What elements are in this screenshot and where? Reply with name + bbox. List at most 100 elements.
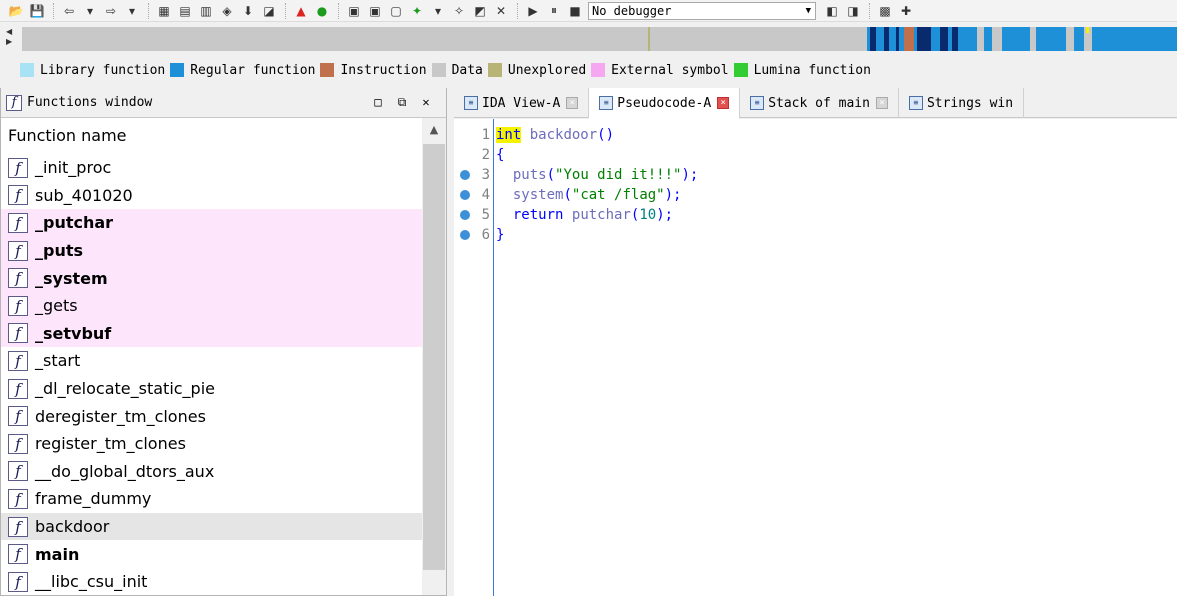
view-tab[interactable]: ≡ Strings win [899, 88, 1025, 118]
debug-options-icon[interactable]: ◧ [822, 2, 842, 20]
forward-dropdown-icon[interactable]: ▾ [122, 2, 142, 20]
stop-icon[interactable]: ■ [565, 2, 585, 20]
breakpoint-dot-icon[interactable] [460, 230, 470, 240]
function-list-item[interactable]: f __libc_csu_init [1, 568, 422, 595]
binary-pattern-icon[interactable]: ▦ [154, 2, 174, 20]
function-list-item[interactable]: f _dl_relocate_static_pie [1, 375, 422, 403]
function-list-item[interactable]: f _gets [1, 291, 422, 320]
breakpoint-dot-icon[interactable] [460, 170, 470, 180]
forward-arrow-icon[interactable]: ⇨ [101, 2, 121, 20]
function-list-item[interactable]: f sub_401020 [1, 182, 422, 210]
function-list-item[interactable]: f _system [1, 264, 422, 292]
jump-down-icon[interactable]: ⬇ [238, 2, 258, 20]
toolbar-separator [338, 2, 339, 19]
function-list-item[interactable]: f main [1, 540, 422, 568]
save-icon[interactable]: 💾 [27, 2, 47, 20]
function-list-item[interactable]: f _setvbuf [1, 319, 422, 348]
graph-icon[interactable]: ✚ [896, 2, 916, 20]
function-name: frame_dummy [35, 489, 152, 509]
maximize-icon[interactable]: □ [366, 95, 390, 110]
tab-close-icon[interactable]: × [875, 97, 888, 109]
function-list-item[interactable]: f _init_proc [1, 154, 422, 182]
tab-label: IDA View-A [482, 95, 561, 111]
code-text: system("cat /flag"); [512, 187, 682, 203]
function-name: backdoor [35, 517, 110, 537]
navband-dark-stripe [870, 27, 876, 51]
line-number: 1 [481, 127, 490, 143]
navigation-band[interactable] [22, 27, 1177, 51]
make-ascii-icon[interactable]: ▢ [386, 2, 406, 20]
view-tab[interactable]: ≡ Pseudocode-A × [589, 88, 741, 119]
navband-regular-segment [1036, 27, 1066, 51]
view-tab[interactable]: ≡ Stack of main × [740, 88, 899, 118]
breakpoints-icon[interactable]: ▩ [875, 2, 895, 20]
function-list-item[interactable]: f deregister_tm_clones [1, 402, 422, 430]
navband-instruction-segment [904, 27, 914, 51]
legend-item: Regular function [170, 63, 315, 78]
legend-swatch [487, 63, 502, 77]
search-next-icon[interactable]: ◈ [217, 2, 237, 20]
function-list-item[interactable]: f backdoor [1, 512, 422, 541]
code-text: { [496, 147, 505, 163]
immediate-search-icon[interactable]: ▥ [196, 2, 216, 20]
function-list-item[interactable]: f __do_global_dtors_aux [1, 458, 422, 486]
functions-window-titlebar[interactable]: f Functions window □ ⧉ ✕ [1, 88, 446, 118]
function-dropdown-icon[interactable]: ▾ [428, 2, 448, 20]
function-list-item[interactable]: f register_tm_clones [1, 430, 422, 458]
tab-document-icon: ≡ [750, 96, 765, 110]
debugger-select[interactable]: No debugger ▼ [588, 1, 816, 20]
view-tab[interactable]: ≡ IDA View-A × [454, 88, 590, 118]
text-search-icon[interactable]: ▤ [175, 2, 195, 20]
function-list-item[interactable]: f _start [1, 347, 422, 375]
back-arrow-icon[interactable]: ⇦ [59, 2, 79, 20]
color-legend: Library function Regular function Instruct… [0, 57, 1177, 83]
code-line[interactable]: 1 int backdoor() [454, 125, 1177, 145]
run-icon[interactable]: ▶ [523, 2, 543, 20]
search-selection-icon[interactable]: ◪ [259, 2, 279, 20]
code-line[interactable]: 3 puts("You did it!!!"); [454, 165, 1177, 185]
navband-arrows-icon[interactable]: ◀ ▶ [6, 27, 16, 47]
navband-dark-stripe [917, 27, 931, 51]
float-window-icon[interactable]: ⧉ [390, 95, 414, 110]
scrollbar-thumb[interactable] [423, 144, 445, 570]
tab-close-icon[interactable]: × [717, 97, 730, 109]
close-icon[interactable]: ✕ [414, 95, 438, 110]
navband-regular-segment [984, 27, 992, 51]
function-icon: f [8, 488, 28, 509]
navband-dark-stripe [940, 27, 948, 51]
legend-item: Lumina function [733, 63, 871, 78]
legend-label: External symbol [611, 62, 729, 78]
make-code-icon[interactable]: ▣ [344, 2, 364, 20]
pause-icon[interactable]: ⏸ [544, 2, 564, 20]
code-line[interactable]: 2{ [454, 145, 1177, 165]
function-name: _putchar [35, 213, 114, 233]
tab-close-icon[interactable]: × [566, 97, 579, 109]
attach-icon[interactable]: ◨ [843, 2, 863, 20]
function-list-item[interactable]: f _putchar [1, 209, 422, 237]
code-line[interactable]: 5 return putchar(10); [454, 205, 1177, 225]
function-name-column-header[interactable]: Function name [1, 118, 446, 154]
green-status-icon[interactable]: ● [312, 2, 332, 20]
function-list-item[interactable]: f _puts [1, 236, 422, 265]
struct-icon[interactable]: ◩ [470, 2, 490, 20]
navband-dark-stripe [884, 27, 889, 51]
function-name: __libc_csu_init [35, 572, 148, 592]
undefine-icon[interactable]: ✕ [491, 2, 511, 20]
back-dropdown-icon[interactable]: ▾ [80, 2, 100, 20]
make-data-icon[interactable]: ▣ [365, 2, 385, 20]
add-function-icon[interactable]: ✦ [407, 2, 427, 20]
code-line[interactable]: 4 system("cat /flag"); [454, 185, 1177, 205]
edit-function-icon[interactable]: ✧ [449, 2, 469, 20]
warning-icon[interactable]: ▲ [291, 2, 311, 20]
function-list-item[interactable]: f frame_dummy [1, 485, 422, 513]
functions-scrollbar[interactable]: ▲ [422, 118, 446, 595]
scroll-up-icon[interactable]: ▲ [422, 118, 446, 142]
legend-swatch [591, 63, 606, 77]
breakpoint-dot-icon[interactable] [460, 210, 470, 220]
breakpoint-dot-icon[interactable] [460, 190, 470, 200]
open-folder-icon[interactable]: 📂 [6, 2, 26, 20]
function-name: sub_401020 [35, 185, 133, 205]
pseudocode-view[interactable]: 1 int backdoor() 2{3 puts("You did it!!!")… [454, 119, 1177, 596]
code-line[interactable]: 6} [454, 225, 1177, 245]
legend-label: Instruction [340, 62, 427, 78]
